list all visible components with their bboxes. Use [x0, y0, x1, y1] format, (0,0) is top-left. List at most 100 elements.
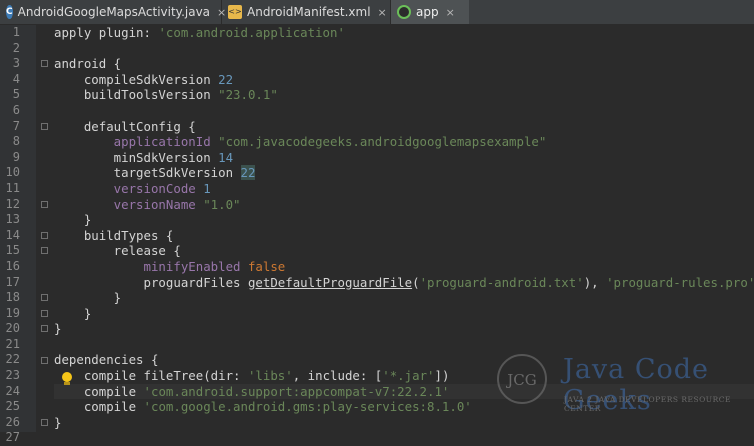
code-token: targetSdkVersion: [54, 165, 241, 181]
line-number: 16: [5, 258, 20, 273]
code-line: release {: [54, 243, 754, 259]
fold-marker-icon[interactable]: [41, 200, 48, 208]
editor-tab-bar: C AndroidGoogleMapsActivity.java × <> An…: [0, 0, 754, 25]
code-line: proguardFiles getDefaultProguardFile('pr…: [54, 275, 754, 291]
line-number: 27: [5, 430, 20, 445]
code-token: buildTypes {: [54, 227, 174, 243]
line-number: 17: [5, 274, 20, 289]
fold-marker-icon[interactable]: [41, 122, 48, 130]
code-token: ),: [583, 274, 607, 290]
fold-marker-icon[interactable]: [41, 231, 48, 239]
lightbulb-icon[interactable]: [61, 372, 73, 386]
code-line: }: [54, 306, 754, 322]
line-number: 23: [5, 368, 20, 383]
code-token: "23.0.1": [218, 87, 278, 103]
line-number: 19: [5, 305, 20, 320]
line-number: 18: [5, 290, 20, 305]
code-token: 1: [203, 180, 211, 196]
code-line: }: [54, 290, 754, 306]
code-line: minSdkVersion 14: [54, 150, 754, 166]
code-token: 'proguard-android.txt': [419, 274, 584, 290]
line-number: 20: [5, 321, 20, 336]
fold-marker-icon[interactable]: [41, 294, 48, 302]
code-token: release {: [54, 243, 181, 259]
code-line: versionCode 1: [54, 181, 754, 197]
code-line: compileSdkVersion 22: [54, 72, 754, 88]
code-line: minifyEnabled false: [54, 259, 754, 275]
line-number: 25: [5, 399, 20, 414]
line-number: 26: [5, 414, 20, 429]
code-token: 'com.android.application': [158, 25, 345, 40]
fold-marker-icon[interactable]: [41, 60, 48, 68]
code-line: buildTypes {: [54, 228, 754, 244]
line-number: 1: [12, 25, 20, 39]
code-token: ]): [434, 368, 450, 384]
line-number: 12: [5, 196, 20, 211]
code-token: , include: [: [292, 368, 383, 384]
code-token: defaultConfig {: [54, 118, 196, 134]
code-token: 'proguard-rules.pro': [606, 274, 754, 290]
tab-label: AndroidManifest.xml: [247, 5, 371, 19]
line-number: 2: [12, 40, 20, 55]
code-token: versionName: [54, 196, 204, 212]
code-line: }: [54, 212, 754, 228]
line-number: 22: [5, 352, 20, 367]
code-token: }: [54, 305, 92, 321]
gradle-icon: [397, 5, 411, 19]
jcg-logo: JCG: [497, 354, 547, 404]
line-number: 6: [12, 102, 20, 117]
close-icon[interactable]: ×: [446, 6, 455, 19]
line-number: 14: [5, 227, 20, 242]
code-token: 22: [218, 71, 234, 87]
line-number: 21: [5, 336, 20, 351]
code-line: android {: [54, 56, 754, 72]
tab-app-gradle[interactable]: app ×: [391, 0, 469, 24]
code-token: 'libs': [247, 368, 293, 384]
line-number: 4: [12, 71, 20, 86]
code-line: versionName "1.0": [54, 197, 754, 213]
code-token: applicationId: [54, 134, 219, 150]
code-token: compile fileTree(dir:: [54, 368, 248, 384]
line-numbers: 1 2 3 4 5 6 7 8 9 10 11 12 13 14 15 16 17 18 19 20 21 22 23 24 2…: [0, 25, 28, 446]
code-line: apply plugin: 'com.android.application': [54, 25, 754, 41]
code-token: dependencies {: [54, 352, 159, 368]
java-class-icon: C: [6, 5, 13, 19]
line-number: 3: [12, 56, 20, 71]
code-line: }: [54, 321, 754, 337]
code-token: }: [54, 321, 62, 337]
code-token: 'com.android.support:appcompat-v7:22.2.1…: [143, 383, 450, 399]
line-number: 15: [5, 243, 20, 258]
tab-android-manifest[interactable]: <> AndroidManifest.xml ×: [222, 0, 391, 24]
code-line: buildToolsVersion "23.0.1": [54, 87, 754, 103]
line-number: 5: [12, 87, 20, 102]
code-token: minSdkVersion: [54, 149, 219, 165]
code-token: versionCode: [54, 180, 204, 196]
fold-marker-icon[interactable]: [41, 325, 48, 333]
tab-label: app: [416, 5, 439, 19]
line-number: 24: [5, 383, 20, 398]
tab-android-google-maps-activity[interactable]: C AndroidGoogleMapsActivity.java ×: [0, 0, 226, 24]
code-token: apply plugin:: [54, 25, 159, 40]
code-token: buildToolsVersion: [54, 87, 219, 103]
code-line: }: [54, 415, 754, 431]
code-line: targetSdkVersion 22: [54, 165, 754, 181]
fold-marker-icon[interactable]: [41, 309, 48, 317]
code-token: 14: [218, 149, 234, 165]
line-number: 7: [12, 118, 20, 133]
code-token: }: [54, 212, 92, 228]
xml-file-icon: <>: [228, 5, 242, 19]
fold-marker-icon[interactable]: [41, 419, 48, 426]
close-icon[interactable]: ×: [378, 6, 387, 19]
fold-marker-icon[interactable]: [41, 247, 48, 255]
code-token: proguardFiles: [54, 274, 248, 290]
tab-label: AndroidGoogleMapsActivity.java: [17, 5, 211, 19]
code-token: android {: [54, 56, 122, 72]
java-code-geeks-watermark: JCG Java Code Geeks JAVA 2 JAVA DEVELOPE…: [497, 352, 752, 416]
code-token: "1.0": [203, 196, 241, 212]
code-token: '*.jar': [382, 368, 435, 384]
fold-marker-icon[interactable]: [41, 356, 48, 364]
